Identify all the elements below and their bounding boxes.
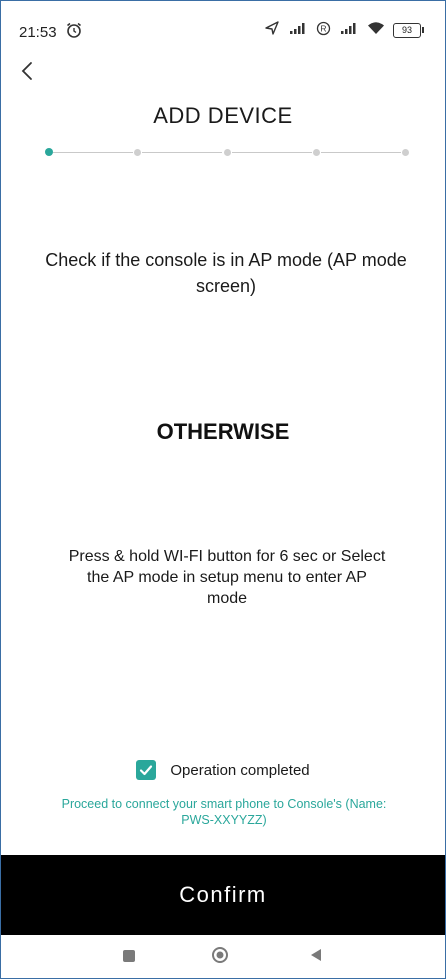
confirm-button[interactable]: Confirm — [1, 855, 445, 935]
signal-icon — [288, 21, 308, 39]
status-time: 21:53 — [19, 24, 57, 41]
alt-instruction-text: Press & hold WI-FI button for 6 sec or S… — [68, 548, 386, 607]
step-connector — [232, 152, 312, 153]
back-nav-button[interactable] — [307, 947, 325, 970]
battery-icon: 93 — [393, 22, 424, 38]
step-dot-1 — [45, 148, 53, 156]
circle-icon — [212, 947, 228, 963]
step-connector — [142, 152, 222, 153]
step-dot-2 — [134, 149, 141, 156]
operation-completed-checkbox[interactable] — [136, 760, 157, 780]
svg-text:R: R — [320, 23, 326, 33]
back-button[interactable] — [15, 57, 43, 89]
chevron-left-icon — [21, 62, 32, 80]
registered-icon: R — [316, 21, 331, 40]
status-bar: 21:53 R 93 — [1, 1, 445, 49]
otherwise-heading: OTHERWISE — [156, 419, 290, 444]
step-connector — [53, 152, 133, 153]
signal-icon — [339, 21, 359, 39]
operation-completed-row[interactable]: Operation completed — [1, 760, 445, 780]
system-nav-bar — [1, 935, 445, 978]
page-title: ADD DEVICE — [153, 103, 293, 128]
wifi-icon — [367, 21, 385, 39]
triangle-back-icon — [311, 949, 321, 961]
step-connector — [321, 152, 401, 153]
home-button[interactable] — [211, 947, 231, 972]
connect-hint-text: Proceed to connect your smart phone to C… — [61, 797, 387, 827]
operation-completed-label: Operation completed — [170, 761, 310, 779]
step-dot-4 — [313, 149, 320, 156]
alarm-icon — [65, 21, 83, 43]
location-arrow-icon — [264, 20, 280, 40]
status-icons: R 93 — [264, 20, 424, 40]
step-dot-5 — [402, 149, 409, 156]
square-icon — [123, 950, 135, 962]
phone-screen: 21:53 R 93 ADD DEVICE Check if the conso… — [0, 0, 446, 979]
recent-apps-button[interactable] — [121, 947, 139, 970]
step-indicator — [45, 146, 415, 160]
instruction-text: Check if the console is in AP mode (AP m… — [45, 250, 407, 296]
checkmark-icon — [140, 765, 153, 776]
step-dot-3 — [224, 149, 231, 156]
